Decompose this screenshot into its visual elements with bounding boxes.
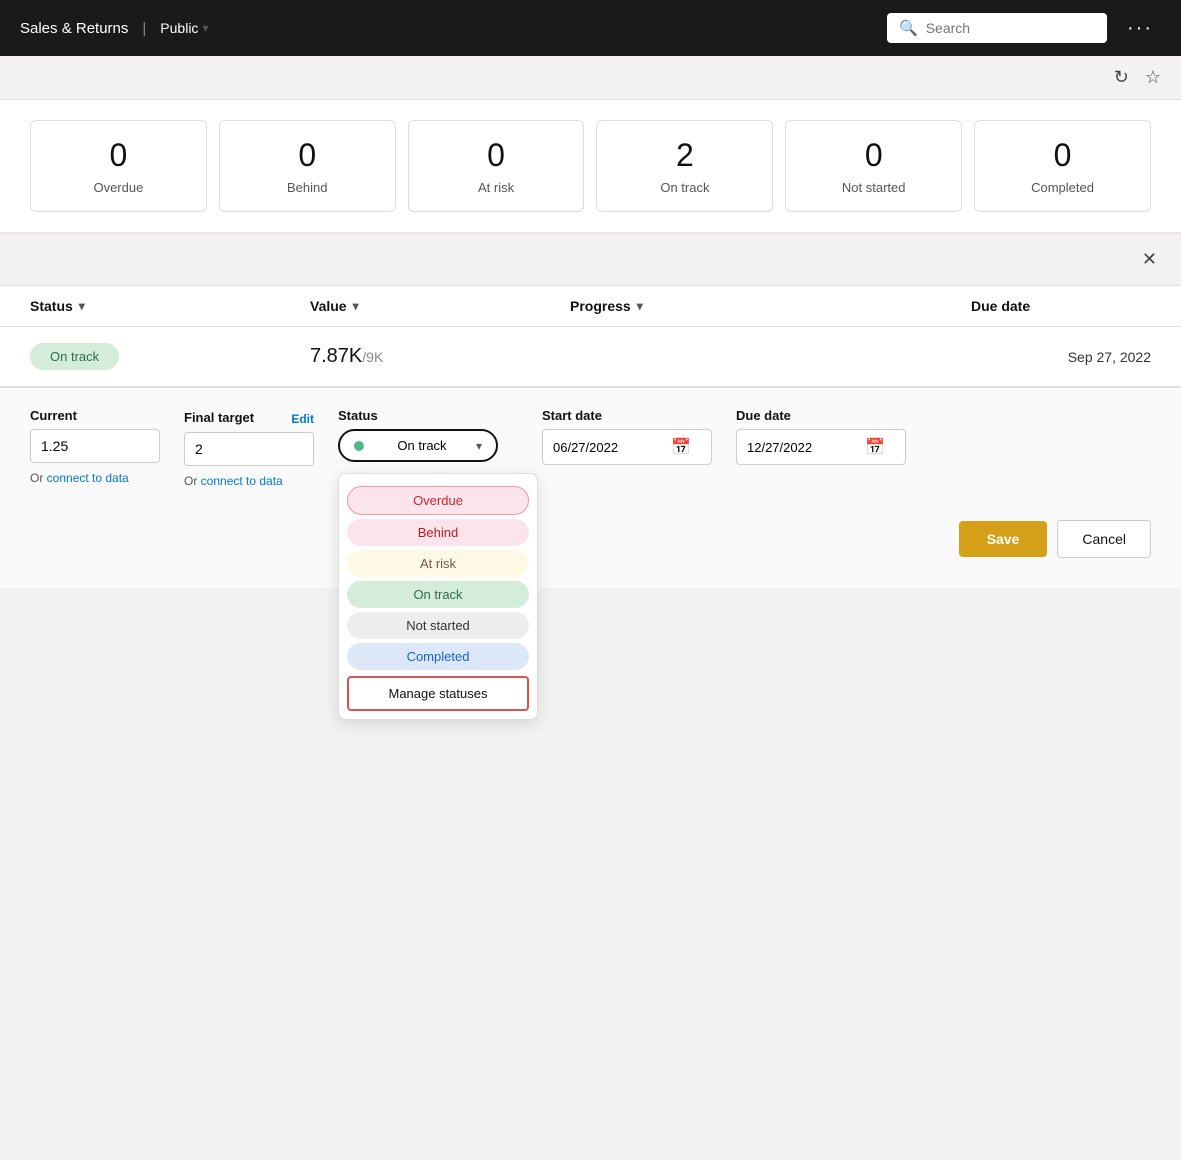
- calendar-icon[interactable]: 📅: [671, 437, 691, 457]
- search-box[interactable]: 🔍: [887, 13, 1107, 43]
- col-header-progress[interactable]: Progress ▾: [570, 298, 971, 314]
- close-filter-button[interactable]: ✕: [1142, 249, 1157, 270]
- search-icon: 🔍: [899, 19, 918, 37]
- status-badge-on-track: On track: [30, 343, 119, 370]
- connect-prefix2: Or: [184, 474, 201, 488]
- start-date-input-wrap: 📅: [542, 429, 712, 465]
- dropdown-item-completed[interactable]: Completed: [347, 643, 529, 670]
- col-due-label: Due date: [971, 298, 1030, 314]
- edit-panel: Current Or connect to data Final target …: [0, 387, 1181, 588]
- more-options-button[interactable]: ···: [1119, 13, 1161, 44]
- summary-card-at-risk[interactable]: 0 At risk: [408, 120, 585, 212]
- connect-to-data-row2: Or connect to data: [184, 472, 314, 490]
- data-row[interactable]: On track 7.87K/9K Sep 27, 2022: [0, 327, 1181, 387]
- row-value-number: 7.87K: [310, 345, 362, 367]
- action-buttons: Save Cancel: [30, 520, 1151, 558]
- status-field-label: Status: [338, 408, 498, 423]
- cancel-button[interactable]: Cancel: [1057, 520, 1151, 558]
- due-date-label: Due date: [736, 408, 906, 423]
- due-date-input[interactable]: [747, 440, 857, 455]
- overdue-label: Overdue: [93, 180, 143, 195]
- not-started-label: Not started: [842, 180, 906, 195]
- summary-card-completed[interactable]: 0 Completed: [974, 120, 1151, 212]
- on-track-dot: [354, 441, 364, 451]
- app-header: Sales & Returns | Public ▾ 🔍 ···: [0, 0, 1181, 56]
- current-input[interactable]: [30, 429, 160, 463]
- start-date-input[interactable]: [553, 440, 663, 455]
- edit-link[interactable]: Edit: [291, 412, 314, 426]
- start-date-field: Start date 📅: [542, 408, 712, 465]
- start-date-label: Start date: [542, 408, 712, 423]
- status-dropdown-menu: Overdue Behind At risk On track Not star…: [338, 473, 538, 720]
- edit-row: Current Or connect to data Final target …: [30, 408, 1151, 490]
- visibility-selector[interactable]: Public ▾: [160, 20, 208, 36]
- chevron-down-icon: ▾: [476, 439, 482, 453]
- dropdown-item-at-risk[interactable]: At risk: [347, 550, 529, 577]
- filter-bar: ✕: [0, 234, 1181, 286]
- final-target-field: Final target Edit Or connect to data: [184, 408, 314, 490]
- row-value-unit: /9K: [362, 349, 383, 365]
- current-label: Current: [30, 408, 160, 423]
- summary-card-not-started[interactable]: 0 Not started: [785, 120, 962, 212]
- col-header-value[interactable]: Value ▾: [310, 298, 570, 314]
- due-date-input-wrap: 📅: [736, 429, 906, 465]
- calendar-icon-due[interactable]: 📅: [865, 437, 885, 457]
- final-target-input[interactable]: [184, 432, 314, 466]
- chevron-down-icon: ▾: [79, 299, 85, 313]
- col-value-label: Value: [310, 298, 347, 314]
- header-divider: |: [142, 20, 146, 37]
- on-track-count: 2: [676, 137, 694, 174]
- due-date-field: Due date 📅: [736, 408, 906, 465]
- on-track-label: On track: [660, 180, 709, 195]
- final-target-label: Final target: [184, 410, 254, 425]
- dropdown-item-overdue[interactable]: Overdue: [347, 486, 529, 515]
- connect-to-data-row: Or connect to data: [30, 469, 160, 487]
- chevron-down-icon: ▾: [637, 299, 643, 313]
- visibility-label: Public: [160, 20, 198, 36]
- row-due-date: Sep 27, 2022: [971, 349, 1151, 365]
- row-status: On track: [30, 343, 310, 370]
- header-right-area: 🔍 ···: [887, 13, 1161, 44]
- at-risk-count: 0: [487, 137, 505, 174]
- chevron-down-icon: ▾: [353, 299, 359, 313]
- connect-to-data-link2[interactable]: connect to data: [201, 474, 283, 488]
- status-dropdown-wrapper: On track ▾ Overdue Behind At risk On tra…: [338, 429, 498, 462]
- favorite-icon[interactable]: ☆: [1145, 67, 1161, 88]
- at-risk-label: At risk: [478, 180, 514, 195]
- behind-count: 0: [298, 137, 316, 174]
- header-title-area: Sales & Returns | Public ▾: [20, 20, 208, 37]
- current-field: Current Or connect to data: [30, 408, 160, 487]
- status-select-button[interactable]: On track ▾: [338, 429, 498, 462]
- toolbar: ↻ ☆: [0, 56, 1181, 100]
- save-button[interactable]: Save: [959, 521, 1048, 557]
- refresh-icon[interactable]: ↻: [1114, 67, 1129, 88]
- search-input[interactable]: [926, 20, 1095, 36]
- summary-card-on-track[interactable]: 2 On track: [596, 120, 773, 212]
- summary-section: 0 Overdue 0 Behind 0 At risk 2 On track …: [0, 100, 1181, 234]
- col-progress-label: Progress: [570, 298, 631, 314]
- summary-card-overdue[interactable]: 0 Overdue: [30, 120, 207, 212]
- col-header-status[interactable]: Status ▾: [30, 298, 310, 314]
- overdue-count: 0: [110, 137, 128, 174]
- col-status-label: Status: [30, 298, 73, 314]
- app-title: Sales & Returns: [20, 20, 128, 37]
- completed-count: 0: [1054, 137, 1072, 174]
- behind-label: Behind: [287, 180, 327, 195]
- column-headers: Status ▾ Value ▾ Progress ▾ Due date: [0, 286, 1181, 327]
- connect-to-data-link[interactable]: connect to data: [47, 471, 129, 485]
- dropdown-item-behind[interactable]: Behind: [347, 519, 529, 546]
- manage-statuses-button[interactable]: Manage statuses: [347, 676, 529, 711]
- not-started-count: 0: [865, 137, 883, 174]
- row-value: 7.87K/9K: [310, 345, 570, 368]
- connect-prefix: Or: [30, 471, 47, 485]
- status-field: Status On track ▾ Overdue Behind At risk…: [338, 408, 498, 462]
- chevron-down-icon: ▾: [202, 21, 208, 35]
- summary-card-behind[interactable]: 0 Behind: [219, 120, 396, 212]
- col-header-due: Due date: [971, 298, 1151, 314]
- status-select-value: On track: [397, 438, 446, 453]
- dropdown-item-not-started[interactable]: Not started: [347, 612, 529, 639]
- completed-label: Completed: [1031, 180, 1094, 195]
- dropdown-item-on-track[interactable]: On track: [347, 581, 529, 608]
